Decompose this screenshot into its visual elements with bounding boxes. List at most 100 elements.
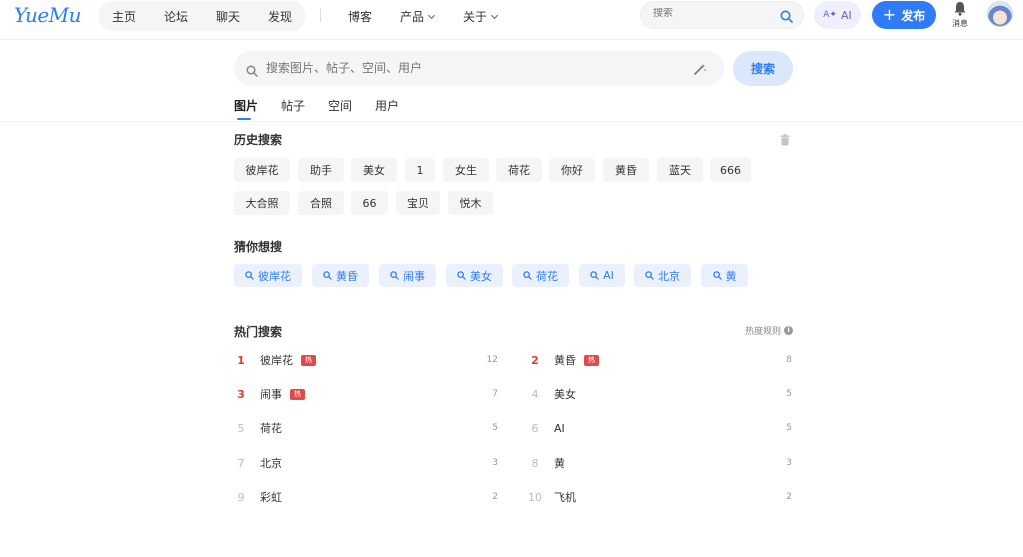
hot-row[interactable]: 1 彼岸花热 12 [234,350,498,370]
hot-rank: 2 [531,353,539,367]
guess-chip[interactable]: 黄 [701,264,748,287]
hot-term-wrap: 闹事热 [260,386,305,402]
hot-term: 黄 [554,457,565,470]
guess-chip[interactable]: AI [579,264,625,287]
guess-title: 猜你想搜 [234,240,283,254]
search-icon[interactable] [780,8,793,27]
hot-term: 黄昏 [554,354,576,367]
tab-users[interactable]: 用户 [375,97,399,114]
tab-images[interactable]: 图片 [234,97,258,120]
search-icon [457,271,466,280]
history-chip[interactable]: 美女 [351,158,397,182]
history-chip[interactable]: 悦木 [448,191,493,215]
hot-term: 荷花 [260,422,282,435]
nav-home[interactable]: 主页 [98,8,150,25]
tab-spaces[interactable]: 空间 [328,97,352,114]
history-chip[interactable]: 荷花 [496,158,542,182]
logo[interactable]: YueMu [14,3,82,27]
history-chip[interactable]: 助手 [298,158,344,182]
history-chip[interactable]: 1 [405,158,435,182]
guess-chip-label: 北京 [658,269,680,283]
hot-badge: 热 [584,354,599,366]
hot-rank: 9 [237,490,245,504]
hot-row[interactable]: 7 北京 3 [234,453,499,473]
history-chip[interactable]: 彼岸花 [234,158,290,182]
history-chip[interactable]: 女生 [443,158,489,182]
guess-chip-label: 闹事 [403,269,425,283]
search-button[interactable]: 搜索 [733,51,793,86]
history-chip[interactable]: 蓝天 [657,158,703,182]
guess-chip-label: 彼岸花 [258,269,291,283]
hot-badge: 热 [290,388,305,400]
guess-chip[interactable]: 黄昏 [312,264,369,287]
tab-posts[interactable]: 帖子 [281,97,305,114]
nav-about-dropdown[interactable]: 关于 [463,8,499,25]
history-chip[interactable]: 66 [351,191,388,215]
guess-chip[interactable]: 美女 [446,264,503,287]
hot-row[interactable]: 4 美女 5 [528,384,793,404]
magic-wand-icon[interactable] [693,61,706,80]
hot-row[interactable]: 6 AI 5 [528,418,793,438]
hot-count: 3 [492,458,498,468]
avatar[interactable] [987,1,1013,27]
trash-icon[interactable] [780,131,790,150]
guess-chip[interactable]: 闹事 [379,264,436,287]
hot-rank: 7 [237,456,245,470]
nav-product-dropdown[interactable]: 产品 [400,8,436,25]
guess-chip[interactable]: 北京 [634,264,691,287]
hot-row[interactable]: 10 飞机 2 [528,487,792,507]
hot-rank: 10 [528,490,542,504]
history-chip[interactable]: 合照 [298,191,344,215]
hot-term: 闹事 [260,388,282,401]
header-search-input[interactable] [653,8,773,19]
guess-chip[interactable]: 彼岸花 [234,264,302,287]
history-chip[interactable]: 大合照 [234,191,290,215]
publish-label: 发布 [901,8,926,23]
hot-count: 5 [786,389,792,399]
hot-term-wrap: 黄昏热 [554,352,599,368]
nav-divider [320,8,321,22]
history-chip[interactable]: 666 [710,158,751,182]
search-icon [390,271,399,280]
search-icon [246,62,258,81]
guess-chip-label: 荷花 [536,269,558,283]
chevron-down-icon [490,11,499,19]
chevron-down-icon [427,11,436,19]
ai-button[interactable]: A✦ AI [814,1,861,29]
history-chip[interactable]: 黄昏 [603,158,649,182]
nav-chat[interactable]: 聊天 [202,8,254,25]
history-title: 历史搜索 [234,133,283,147]
hot-term: 彼岸花 [260,354,293,367]
hot-count: 7 [492,389,498,399]
hot-row[interactable]: 9 彩虹 2 [234,487,499,507]
bell-icon [954,2,966,16]
nav-about-label: 关于 [463,10,488,24]
hot-term: 北京 [260,457,282,470]
hot-count: 2 [492,492,498,502]
nav-product-label: 产品 [400,10,425,24]
history-chip[interactable]: 你好 [549,158,595,182]
hot-count: 2 [786,492,792,502]
hot-term-wrap: 彼岸花热 [260,352,316,368]
search-icon [323,271,332,280]
nav-forum[interactable]: 论坛 [150,8,202,25]
search-icon [523,271,532,280]
nav-discover[interactable]: 发现 [254,8,306,25]
info-icon: i [784,326,794,335]
hot-term: 彩虹 [260,491,282,504]
hot-row[interactable]: 3 闹事热 7 [234,384,498,404]
hot-row[interactable]: 2 黄昏热 8 [528,350,792,370]
hot-row[interactable]: 8 黄 3 [528,453,793,473]
guess-chip[interactable]: 荷花 [512,264,569,287]
header-search [640,1,804,29]
guess-chip-label: AI [603,269,614,282]
main-search-input[interactable] [266,61,666,75]
history-chip[interactable]: 宝贝 [396,191,440,215]
notification-button[interactable]: 消息 [949,0,971,32]
nav-blog[interactable]: 博客 [348,8,372,25]
guess-chip-label: 黄昏 [336,269,358,283]
publish-button[interactable]: + 发布 [872,1,936,29]
hot-row[interactable]: 5 荷花 5 [234,418,499,438]
guess-chip-label: 美女 [470,269,492,283]
hot-rule-link[interactable]: 热度规则 i [745,324,794,337]
